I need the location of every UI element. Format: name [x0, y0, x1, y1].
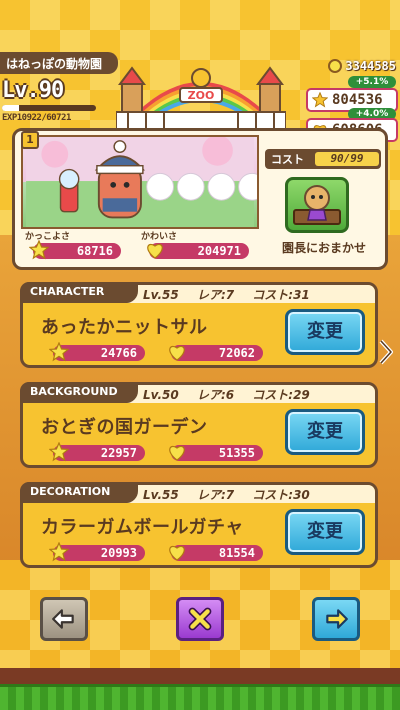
change-character-button[interactable]: 変更 [285, 309, 365, 355]
close-button[interactable] [176, 597, 224, 641]
slot-cool-value: 68716 [76, 244, 113, 258]
item-cool-pill: 22957 [49, 442, 145, 462]
heart-icon [169, 445, 185, 461]
change-background-button[interactable]: 変更 [285, 409, 365, 455]
star-icon [312, 92, 328, 108]
heart-icon [169, 545, 185, 561]
exp-bar [2, 105, 96, 111]
cost-label: コスト [271, 153, 304, 166]
character-card: CHARACTER Lv.55 レア:7 コスト:31 あったかニットサル 24… [20, 282, 378, 368]
item-cute-pill: 51355 [169, 445, 263, 461]
star-icon [49, 342, 69, 362]
cost-value: 90/99 [315, 152, 379, 166]
slot-cute-value: 204971 [197, 244, 241, 258]
change-decoration-button[interactable]: 変更 [285, 509, 365, 555]
category-tab: BACKGROUND [20, 382, 138, 403]
card-meta: Lv.50 レア:6 コスト:29 [143, 386, 324, 403]
zoo-name: はねっぽの動物園 [0, 52, 118, 74]
auto-arrange-button[interactable] [285, 177, 349, 233]
slot-stats: かっこよさ かわいさ 68716 204971 [21, 231, 259, 267]
slot-cool-pill: 68716 [29, 240, 121, 260]
coin-icon [328, 59, 343, 73]
category-tab: DECORATION [20, 482, 138, 503]
item-cute-value: 72062 [218, 346, 255, 360]
zoo-gate-illustration: ZOO [116, 66, 286, 130]
item-rarity: レア:7 [196, 488, 235, 502]
item-level: Lv.50 [143, 388, 179, 402]
coin-value: 3344585 [345, 59, 396, 73]
next-button[interactable] [312, 597, 360, 641]
item-level: Lv.55 [143, 288, 179, 302]
star-icon [29, 240, 49, 260]
star-icon [49, 542, 69, 562]
item-cool-pill: 20993 [49, 542, 145, 562]
slot-preview-scene[interactable] [21, 135, 259, 229]
player-level-panel: Lv.90 EXP10922/60721 [2, 78, 100, 126]
chevron-right-icon[interactable] [378, 338, 394, 366]
arrow-left-icon [52, 609, 74, 629]
decoration-card: DECORATION Lv.55 レア:7 コスト:30 カラーガムボールガチャ… [20, 482, 378, 568]
item-level: Lv.55 [143, 488, 179, 502]
coin-counter: 3344585 [296, 58, 396, 74]
item-cute-pill: 81554 [169, 545, 263, 561]
item-rarity: レア:7 [196, 288, 235, 302]
close-icon [188, 607, 212, 631]
heart-icon [147, 243, 163, 259]
slot-cute-pill: 204971 [147, 243, 249, 259]
player-level: Lv.90 [2, 78, 64, 103]
background-card: BACKGROUND Lv.50 レア:6 コスト:29 おとぎの国ガーデン 2… [20, 382, 378, 468]
item-cute-value: 51355 [218, 446, 255, 460]
auto-arrange-label: 園長におまかせ [281, 241, 366, 255]
item-cost: コスト:29 [252, 388, 310, 402]
heart-icon [169, 345, 185, 361]
exp-text: EXP10922/60721 [2, 113, 71, 123]
item-rarity: レア:6 [196, 388, 235, 402]
item-cute-value: 81554 [218, 546, 255, 560]
cool-total-value: 804536 [332, 92, 383, 108]
star-icon [49, 442, 69, 462]
card-meta: Lv.55 レア:7 コスト:31 [143, 286, 324, 303]
category-tab: CHARACTER [20, 282, 138, 303]
item-cool-value: 20993 [100, 546, 137, 560]
item-cute-pill: 72062 [169, 345, 263, 361]
director-monkey-icon [293, 185, 341, 225]
zoo-slot-card: 1 かっこよさ かわいさ 68716 204971 コスト 90/99 園長にお… [12, 128, 388, 270]
item-name: おとぎの国ガーデン [41, 417, 208, 438]
zoo-gate-sign: ZOO [188, 89, 215, 102]
item-name: カラーガムボールガチャ [41, 517, 244, 538]
slot-number: 1 [21, 131, 39, 149]
card-meta: Lv.55 レア:7 コスト:30 [143, 486, 324, 503]
back-button[interactable] [40, 597, 88, 641]
item-cool-value: 22957 [100, 446, 137, 460]
cool-bonus-badge: +5.1% [348, 76, 396, 88]
item-cost: コスト:31 [252, 288, 310, 302]
item-cool-value: 24766 [100, 346, 137, 360]
arrow-right-icon [326, 609, 348, 629]
item-cost: コスト:30 [252, 488, 310, 502]
bottom-hedge [0, 684, 400, 710]
cost-box: コスト 90/99 [265, 149, 381, 169]
exp-bar-fill [2, 105, 19, 111]
item-name: あったかニットサル [41, 317, 208, 338]
item-cool-pill: 24766 [49, 342, 145, 362]
